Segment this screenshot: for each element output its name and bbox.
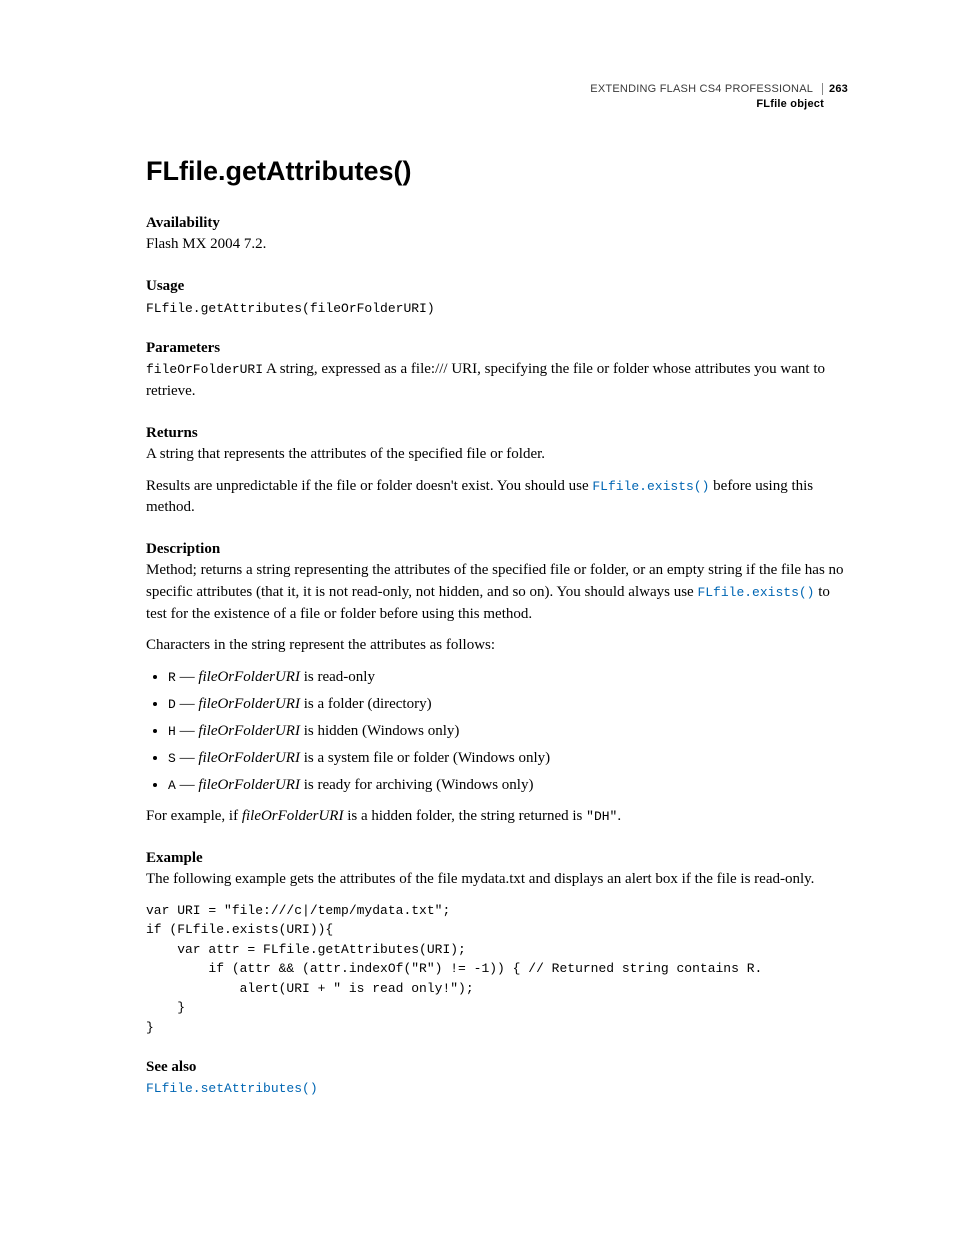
example-heading: Example [146, 850, 848, 867]
book-title: EXTENDING FLASH CS4 PROFESSIONAL [590, 83, 812, 95]
list-item: S — fileOrFolderURI is a system file or … [168, 748, 848, 769]
attr-tail: is ready for archiving (Windows only) [300, 777, 534, 793]
attr-em: fileOrFolderURI [198, 669, 300, 685]
attr-code: H [168, 724, 176, 739]
list-item: R — fileOrFolderURI is read-only [168, 667, 848, 688]
param-name: fileOrFolderURI [146, 362, 263, 377]
description-heading: Description [146, 541, 848, 558]
list-item: H — fileOrFolderURI is hidden (Windows o… [168, 721, 848, 742]
section-name: FLfile object [590, 97, 848, 112]
example-code: var URI = "file:///c|/temp/mydata.txt"; … [146, 901, 848, 1038]
availability-heading: Availability [146, 215, 848, 232]
see-also-text: FLfile.setAttributes() [146, 1078, 848, 1100]
desc-p3em: fileOrFolderURI [242, 808, 344, 824]
attr-code: S [168, 751, 176, 766]
attribute-list: R — fileOrFolderURI is read-only D — fil… [146, 667, 848, 796]
page-title: FLfile.getAttributes() [146, 156, 848, 187]
usage-heading: Usage [146, 278, 848, 295]
returns-p1: A string that represents the attributes … [146, 444, 848, 466]
running-header: EXTENDING FLASH CS4 PROFESSIONAL 263 FLf… [590, 82, 848, 112]
see-also-heading: See also [146, 1059, 848, 1076]
exists-link[interactable]: FLfile.exists() [592, 479, 709, 494]
desc-p3code: "DH" [586, 809, 617, 824]
attr-em: fileOrFolderURI [198, 777, 300, 793]
attr-tail: is read-only [300, 669, 375, 685]
usage-code: FLfile.getAttributes(fileOrFolderURI) [146, 299, 848, 319]
attr-code: D [168, 697, 176, 712]
returns-p2: Results are unpredictable if the file or… [146, 476, 848, 520]
availability-text: Flash MX 2004 7.2. [146, 234, 848, 256]
page: EXTENDING FLASH CS4 PROFESSIONAL 263 FLf… [0, 0, 954, 1235]
desc-p3a: For example, if [146, 808, 242, 824]
parameters-text: fileOrFolderURI A string, expressed as a… [146, 359, 848, 403]
set-attributes-link[interactable]: FLfile.setAttributes() [146, 1081, 318, 1096]
description-p1: Method; returns a string representing th… [146, 560, 848, 625]
attr-tail: is a folder (directory) [300, 696, 432, 712]
description-p3: For example, if fileOrFolderURI is a hid… [146, 806, 848, 828]
attr-em: fileOrFolderURI [198, 723, 300, 739]
parameters-heading: Parameters [146, 340, 848, 357]
list-item: A — fileOrFolderURI is ready for archivi… [168, 775, 848, 796]
attr-tail: is hidden (Windows only) [300, 723, 459, 739]
attr-em: fileOrFolderURI [198, 696, 300, 712]
exists-link-2[interactable]: FLfile.exists() [697, 585, 814, 600]
desc-p3b: is a hidden folder, the string returned … [343, 808, 586, 824]
returns-heading: Returns [146, 425, 848, 442]
attr-code: A [168, 778, 176, 793]
returns-p2a: Results are unpredictable if the file or… [146, 478, 592, 494]
description-p2: Characters in the string represent the a… [146, 635, 848, 657]
book-title-line: EXTENDING FLASH CS4 PROFESSIONAL 263 [590, 82, 848, 97]
desc-p3c: . [617, 808, 621, 824]
attr-tail: is a system file or folder (Windows only… [300, 750, 550, 766]
attr-em: fileOrFolderURI [198, 750, 300, 766]
attr-code: R [168, 670, 176, 685]
list-item: D — fileOrFolderURI is a folder (directo… [168, 694, 848, 715]
page-number: 263 [822, 83, 848, 95]
example-intro: The following example gets the attribute… [146, 869, 848, 891]
